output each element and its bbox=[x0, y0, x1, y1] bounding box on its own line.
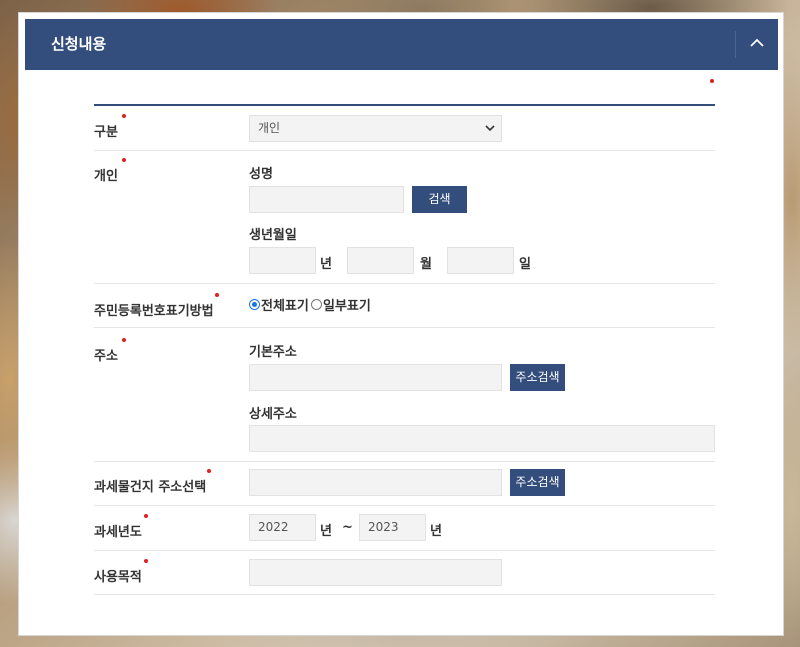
required-dot bbox=[215, 293, 219, 297]
row-divider bbox=[94, 150, 715, 151]
purpose-input[interactable] bbox=[249, 559, 502, 586]
category-label: 구분 bbox=[94, 125, 118, 140]
panel-header: 신청내용 bbox=[25, 19, 778, 70]
required-dot bbox=[207, 469, 211, 473]
required-dot bbox=[122, 114, 126, 118]
individual-label: 개인 bbox=[94, 169, 118, 184]
panel-title: 신청내용 bbox=[51, 35, 107, 53]
radio-full-display-label: 전체표기 bbox=[261, 299, 309, 314]
row-divider bbox=[94, 283, 715, 284]
category-selected-value: 개인 bbox=[258, 121, 281, 135]
birthdate-label: 생년월일 bbox=[249, 228, 297, 243]
name-input[interactable] bbox=[249, 186, 404, 213]
address-label: 주소 bbox=[94, 349, 118, 364]
row-divider bbox=[94, 461, 715, 462]
address-search-button[interactable]: 주소검색 bbox=[510, 364, 565, 391]
birth-year-input[interactable] bbox=[249, 247, 316, 274]
birth-month-input[interactable] bbox=[347, 247, 414, 274]
required-dot bbox=[122, 158, 126, 162]
purpose-label: 사용목적 bbox=[94, 570, 142, 585]
day-unit: 일 bbox=[519, 257, 531, 272]
taxable-address-search-button[interactable]: 주소검색 bbox=[510, 469, 565, 496]
tax-year-from-input[interactable]: 2022 bbox=[249, 514, 316, 541]
tax-year-to-unit: 년 bbox=[430, 524, 442, 539]
month-unit: 월 bbox=[420, 257, 432, 272]
tax-year-range-separator: ~ bbox=[342, 520, 353, 535]
category-select[interactable]: 개인 bbox=[249, 115, 502, 142]
basic-address-input[interactable] bbox=[249, 364, 502, 391]
year-unit: 년 bbox=[320, 257, 332, 272]
basic-address-label: 기본주소 bbox=[249, 345, 297, 360]
tax-year-to-input[interactable]: 2023 bbox=[359, 514, 426, 541]
form-top-divider bbox=[94, 104, 715, 106]
chevron-up-icon bbox=[750, 38, 764, 47]
row-divider bbox=[94, 327, 715, 328]
name-search-button[interactable]: 검색 bbox=[412, 186, 467, 213]
radio-partial-display[interactable] bbox=[311, 299, 322, 310]
detail-address-label: 상세주소 bbox=[249, 407, 297, 422]
radio-full-display[interactable] bbox=[249, 299, 260, 310]
header-divider bbox=[735, 31, 736, 58]
application-panel: 신청내용 구분 개인 개인 성명 검색 생년월일 년 월 일 주민등록번호표기방… bbox=[18, 12, 784, 636]
required-dot bbox=[144, 559, 148, 563]
row-divider bbox=[94, 550, 715, 551]
taxable-property-address-label: 과세물건지 주소선택 bbox=[94, 480, 207, 495]
name-label: 성명 bbox=[249, 167, 273, 182]
tax-year-from-unit: 년 bbox=[320, 524, 332, 539]
tax-year-label: 과세년도 bbox=[94, 525, 142, 540]
detail-address-input[interactable] bbox=[249, 425, 715, 452]
chevron-down-icon bbox=[485, 125, 495, 132]
resident-number-display-label: 주민등록번호표기방법 bbox=[94, 304, 214, 319]
birth-day-input[interactable] bbox=[447, 247, 514, 274]
radio-partial-display-label: 일부표기 bbox=[323, 299, 371, 314]
required-indicator-dot bbox=[710, 79, 714, 83]
row-divider bbox=[94, 594, 715, 595]
taxable-property-address-input[interactable] bbox=[249, 469, 502, 496]
required-dot bbox=[144, 514, 148, 518]
row-divider bbox=[94, 505, 715, 506]
required-dot bbox=[122, 338, 126, 342]
collapse-button[interactable] bbox=[737, 19, 778, 70]
